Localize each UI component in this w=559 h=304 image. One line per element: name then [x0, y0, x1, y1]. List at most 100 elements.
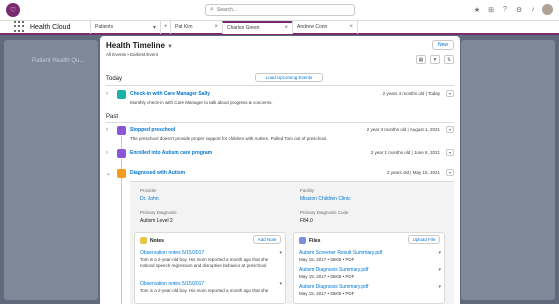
timeline-item-date: 2 year 3 months old | August 1, 2021 — [366, 127, 440, 132]
calendar-icon[interactable]: ▦ — [416, 55, 426, 64]
timeline-item-description: Monthly check-in with Care Manager to ta… — [130, 100, 273, 105]
chevron-down-icon[interactable]: ▼ — [167, 44, 173, 50]
tab-label: Andrew Conn — [297, 24, 328, 30]
note-entry: Observation notes 5/15/2017 Tom is a 2-y… — [140, 281, 282, 294]
tab-label: Pat Kim — [175, 24, 193, 30]
task-icon — [117, 90, 126, 99]
chevron-down-icon[interactable]: ▾ — [279, 250, 282, 256]
background-patient-panel: Patient Health Qu... — [4, 40, 98, 300]
provider-label: Provider — [140, 188, 157, 193]
navigation-bar: Health Cloud Patients ▾ + Pat Kim × Char… — [0, 20, 559, 35]
timeline-item-title[interactable]: Diagnosed with Autism — [130, 170, 185, 176]
chevron-down-icon[interactable]: ▾ — [446, 126, 454, 133]
file-title[interactable]: Autism Screener Result Summary.pdf — [299, 250, 441, 256]
timeline-title[interactable]: Health Timeline ▼ — [106, 41, 454, 50]
chevron-down-icon[interactable]: ▾ — [446, 169, 454, 176]
user-avatar[interactable] — [542, 4, 553, 15]
event-icon — [117, 126, 126, 135]
upload-file-button[interactable]: Upload File — [408, 235, 440, 244]
tab-andrew-conn[interactable]: Andrew Conn × — [292, 20, 358, 34]
primary-diagnosis-label: Primary Diagnosis — [140, 210, 177, 215]
file-meta: May 15, 2017 • 55KB • PDF — [299, 291, 355, 296]
file-title[interactable]: Autism Diagnosis Summary.pdf — [299, 267, 441, 273]
timeline-item-title[interactable]: Stopped preschool — [130, 127, 175, 133]
chevron-down-icon[interactable]: ▾ — [446, 90, 454, 97]
tab-patients[interactable]: Patients ▾ — [90, 20, 160, 34]
chevron-right-icon[interactable]: › — [106, 150, 108, 156]
chevron-down-icon[interactable]: ▾ — [438, 284, 441, 290]
notes-title: Notes — [150, 237, 164, 244]
chevron-down-icon[interactable]: ▾ — [446, 149, 454, 156]
chevron-right-icon[interactable]: › — [106, 127, 108, 133]
tab-label: Patients — [95, 24, 114, 30]
event-icon — [117, 149, 126, 158]
close-icon[interactable]: × — [349, 24, 353, 30]
add-note-button[interactable]: Add Note — [253, 235, 281, 244]
diagnosis-details: Provider Dr. John Facility Mission Child… — [130, 181, 454, 304]
file-entry: Autism Screener Result Summary.pdf May 1… — [299, 250, 441, 263]
files-card-header: Files — [299, 237, 320, 244]
load-upcoming-events-button[interactable]: Load Upcoming Events — [255, 73, 323, 82]
timeline-subtitle: All Events • Earliest Event — [106, 52, 158, 57]
file-icon — [299, 237, 306, 244]
notifications-bell-icon[interactable]: ♪ — [528, 5, 538, 15]
org-logo[interactable]: ♡ — [6, 3, 20, 17]
file-entry: Autism Diagnosis Summary.pdf May 15, 201… — [299, 267, 441, 280]
facility-link[interactable]: Mission Children Clinic — [300, 196, 351, 202]
note-title[interactable]: Observation notes 5/15/2017 — [140, 250, 282, 256]
diagnosis-code-value: F84.0 — [300, 218, 313, 224]
tab-pat-kim[interactable]: Pat Kim × — [170, 20, 222, 34]
timeline-item-date: 2 years 4 months old | Today — [382, 91, 440, 96]
chevron-right-icon[interactable]: › — [106, 91, 108, 97]
chevron-down-icon[interactable]: ▾ — [153, 24, 156, 31]
timeline-item-title[interactable]: Check-in with Care Manager Sally — [130, 91, 210, 97]
timeline-item: › Enrolled into Autism care program 2 ye… — [106, 149, 454, 179]
timeline-item-title[interactable]: Enrolled into Autism care program — [130, 150, 212, 156]
chevron-down-icon[interactable]: ▾ — [438, 250, 441, 256]
search-icon: ⌕ — [210, 6, 214, 13]
note-entry: Observation notes 5/15/2017 Tom is a 2-y… — [140, 250, 282, 269]
file-entry: Autism Diagnosis Summary.pdf May 15, 201… — [299, 284, 441, 297]
sort-icon[interactable]: ⇅ — [444, 55, 454, 64]
divider — [106, 85, 454, 86]
file-title[interactable]: Autism Diagnosis Summary.pdf — [299, 284, 441, 290]
filter-icon[interactable]: ▼ — [430, 55, 440, 64]
facility-label: Facility — [300, 188, 315, 193]
file-meta: May 15, 2017 • 55KB • PDF — [299, 274, 355, 279]
add-icon[interactable]: ⊞ — [486, 5, 496, 15]
background-side-panel — [461, 40, 555, 300]
provider-link[interactable]: Dr. John — [140, 196, 159, 202]
background-title: Patient Health Qu... — [32, 58, 85, 64]
help-icon[interactable]: ? — [500, 5, 510, 15]
add-tab-button[interactable]: + — [160, 20, 170, 34]
search-placeholder: Search... — [216, 7, 237, 13]
global-search[interactable]: ⌕ Search... — [205, 4, 355, 16]
divider — [106, 122, 454, 123]
chevron-down-icon[interactable]: ▾ — [438, 267, 441, 273]
diagnosis-icon — [117, 169, 126, 178]
note-icon — [140, 237, 147, 244]
timeline-item-date: 2 year 1 months old | June 6, 2021 — [370, 150, 440, 155]
chevron-down-icon[interactable]: ▾ — [279, 281, 282, 287]
notes-card-header: Notes — [140, 237, 164, 244]
new-button[interactable]: New — [432, 40, 454, 50]
tab-label: Charles Green — [227, 25, 260, 31]
favorites-icon[interactable]: ★ — [472, 5, 482, 15]
timeline-item: › Check-in with Care Manager Sally 2 yea… — [106, 90, 454, 110]
note-title[interactable]: Observation notes 5/15/2017 — [140, 281, 282, 287]
files-card: Files Upload File Autism Screener Result… — [293, 232, 445, 304]
close-icon[interactable]: × — [214, 24, 218, 30]
tab-charles-green[interactable]: Charles Green × — [222, 20, 292, 34]
diagnosis-code-label: Primary Diagnosis Code — [300, 210, 349, 215]
plus-icon: + — [163, 24, 168, 30]
close-icon[interactable]: × — [284, 25, 288, 31]
global-header: ♡ ⌕ Search... ★ ⊞ ? ⚙ ♪ — [0, 0, 559, 20]
app-name: Health Cloud — [30, 23, 71, 31]
timeline-item: › Stopped preschool 2 year 3 months old … — [106, 126, 454, 150]
file-meta: May 15, 2017 • 55KB • PDF — [299, 257, 355, 262]
chevron-down-icon[interactable]: ⌄ — [106, 170, 111, 177]
primary-diagnosis-value: Autism Level 2 — [140, 218, 173, 224]
setup-gear-icon[interactable]: ⚙ — [514, 5, 524, 15]
app-launcher-icon[interactable] — [14, 21, 26, 33]
note-text: Tom is a 2-year-old boy. His mom reporte… — [140, 288, 269, 293]
